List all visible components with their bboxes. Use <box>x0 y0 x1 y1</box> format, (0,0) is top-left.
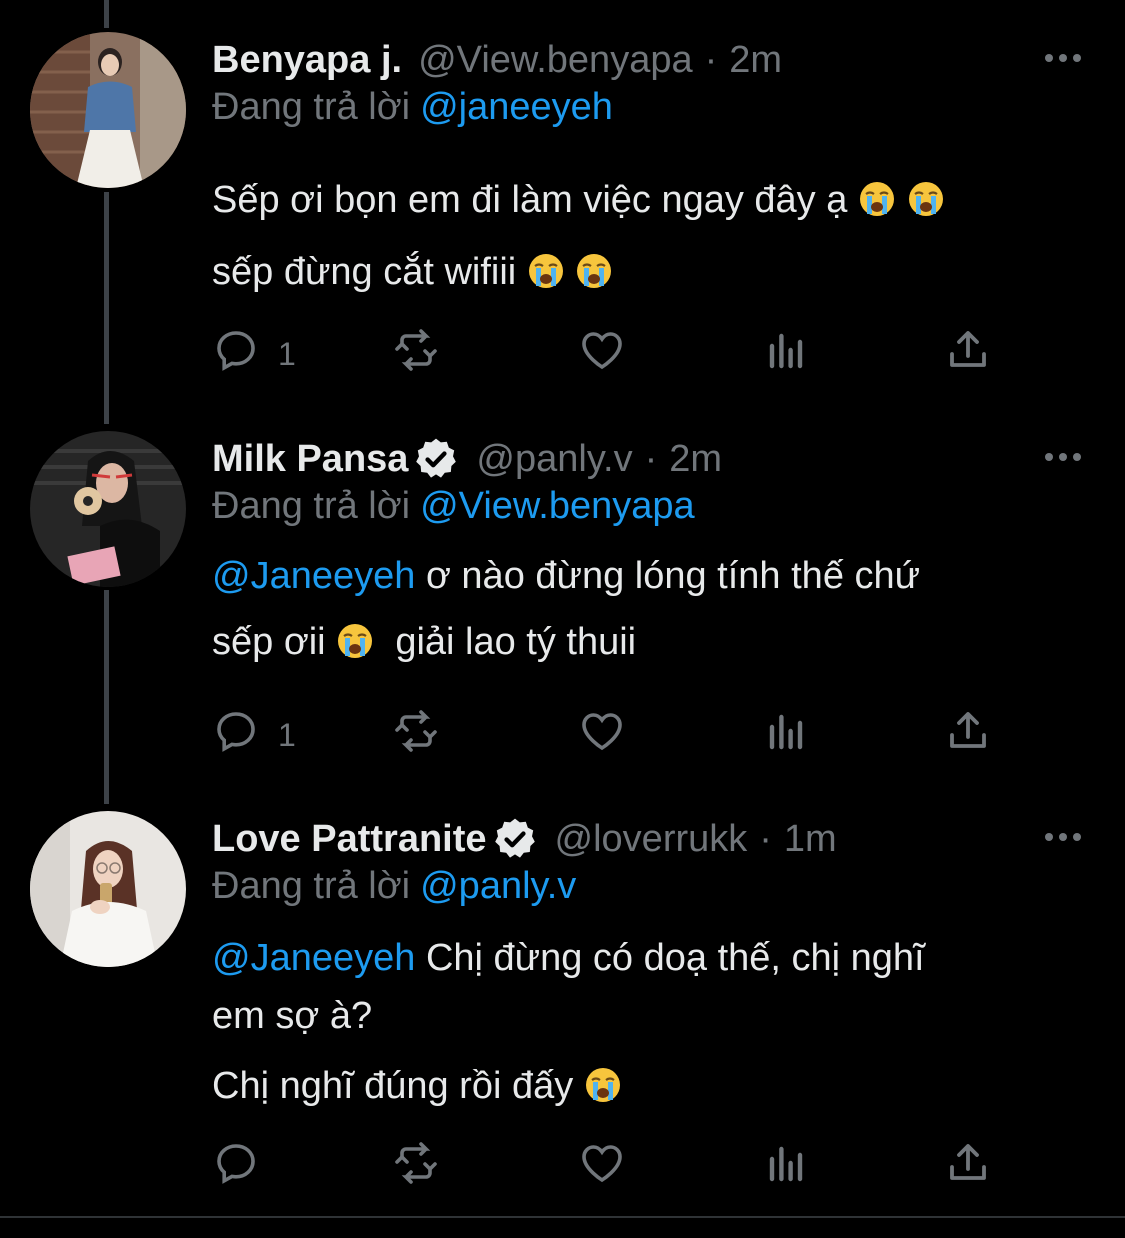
tweet-benyapa[interactable]: Benyapa j. @View.benyapa · 2m Đang trả l… <box>0 32 1125 392</box>
replying-to: Đang trả lời @View.benyapa <box>212 485 695 528</box>
more-options-icon[interactable] <box>1043 825 1083 849</box>
text-segment: sếp ơii <box>212 621 326 663</box>
tweet-text: @Janeeyeh Chị đừng có doạ thế, chị nghĩ … <box>212 929 925 1115</box>
tweet-header: Love Pattranite @loverrukk · 1m <box>212 811 837 867</box>
user-handle[interactable]: @View.benyapa <box>418 39 693 82</box>
tweet-header: Benyapa j. @View.benyapa · 2m <box>212 32 782 88</box>
views-button[interactable] <box>762 1141 810 1193</box>
action-bar <box>212 1141 1032 1193</box>
display-name[interactable]: Milk Pansa <box>212 438 408 481</box>
replying-to: Đang trả lời @panly.v <box>212 865 576 908</box>
mention-link[interactable]: @Janeeyeh <box>212 937 415 979</box>
views-button[interactable] <box>762 709 810 761</box>
replying-to-mention[interactable]: @janeeyeh <box>420 86 613 128</box>
retweet-icon <box>392 326 440 382</box>
replying-to-label: Đang trả lời <box>212 86 411 128</box>
replying-to-label: Đang trả lời <box>212 865 411 907</box>
reply-count: 1 <box>278 335 296 372</box>
share-icon <box>944 326 992 382</box>
divider <box>0 1216 1125 1218</box>
display-name[interactable]: Benyapa j. <box>212 39 402 82</box>
crying-face-emoji-icon <box>858 170 896 216</box>
tweet-milk-pansa[interactable]: Milk Pansa @panly.v · 2m Đang trả lời @Vi… <box>0 431 1125 791</box>
like-button[interactable] <box>578 1141 626 1193</box>
heart-icon <box>578 707 626 763</box>
tweet-text: @Janeeyeh ơ nào đừng lóng tính thế chứ s… <box>212 543 920 675</box>
replying-to-mention[interactable]: @View.benyapa <box>420 485 695 527</box>
reply-button[interactable]: 1 <box>212 328 296 380</box>
reply-icon <box>212 1139 260 1195</box>
timestamp[interactable]: 2m <box>729 39 782 82</box>
tweet-text-line: @Janeeyeh ơ nào đừng lóng tính thế chứ <box>212 543 920 609</box>
reply-count: 1 <box>278 716 296 753</box>
views-button[interactable] <box>762 328 810 380</box>
share-button[interactable] <box>944 1141 992 1193</box>
heart-icon <box>578 326 626 382</box>
retweet-icon <box>392 1139 440 1195</box>
heart-icon <box>578 1139 626 1195</box>
share-button[interactable] <box>944 709 992 761</box>
action-bar: 1 <box>212 328 1032 380</box>
text-segment: giải lao tý thuii <box>374 621 637 663</box>
like-button[interactable] <box>578 709 626 761</box>
separator-dot: · <box>759 817 772 860</box>
tweet-text-line: Chị nghĩ đúng rồi đấy <box>212 1057 925 1115</box>
text-segment: Sếp ơi bọn em đi làm việc ngay đây ạ <box>212 179 848 221</box>
retweet-button[interactable] <box>392 1141 440 1193</box>
crying-face-emoji-icon <box>584 1063 622 1102</box>
avatar[interactable] <box>30 32 186 188</box>
avatar[interactable] <box>30 431 186 587</box>
text-segment: Chị nghĩ đúng rồi đấy <box>212 1065 574 1107</box>
thread-line-top <box>104 0 109 28</box>
like-button[interactable] <box>578 328 626 380</box>
reply-button[interactable]: 1 <box>212 709 296 761</box>
retweet-button[interactable] <box>392 709 440 761</box>
reply-icon <box>212 707 260 763</box>
timestamp[interactable]: 2m <box>669 438 722 481</box>
replying-to-mention[interactable]: @panly.v <box>420 865 576 907</box>
replying-to: Đang trả lời @janeeyeh <box>212 86 613 129</box>
avatar[interactable] <box>30 811 186 967</box>
mention-link[interactable]: @Janeeyeh <box>212 555 415 597</box>
separator-dot: · <box>704 38 718 81</box>
text-segment: ơ nào đừng lóng tính thế chứ <box>415 555 921 597</box>
retweet-button[interactable] <box>392 328 440 380</box>
user-handle[interactable]: @loverrukk <box>555 818 748 861</box>
share-button[interactable] <box>944 328 992 380</box>
tweet-text-line: sếp đừng cắt wifiii <box>212 236 945 308</box>
action-bar: 1 <box>212 709 1032 761</box>
tweet-text-line: em sợ à? <box>212 987 925 1045</box>
bar-chart-icon <box>762 707 810 763</box>
separator-dot: · <box>644 437 658 480</box>
reply-icon <box>212 326 260 382</box>
reply-button[interactable] <box>212 1141 278 1193</box>
more-options-icon[interactable] <box>1043 46 1083 70</box>
share-icon <box>944 1139 992 1195</box>
more-options-icon[interactable] <box>1043 445 1083 469</box>
tweet-love-pattranite[interactable]: Love Pattranite @loverrukk · 1m Đang trả… <box>0 811 1125 1211</box>
tweet-text-line: Sếp ơi bọn em đi làm việc ngay đây ạ <box>212 164 945 236</box>
crying-face-emoji-icon <box>527 242 565 288</box>
tweet-text: Sếp ơi bọn em đi làm việc ngay đây ạ sếp… <box>212 164 945 308</box>
crying-face-emoji-icon <box>907 170 945 216</box>
text-segment: em sợ à? <box>212 995 373 1037</box>
timestamp[interactable]: 1m <box>784 818 837 861</box>
crying-face-emoji-icon <box>336 615 374 658</box>
tweet-text-line: @Janeeyeh Chị đừng có doạ thế, chị nghĩ <box>212 929 925 987</box>
retweet-icon <box>392 707 440 763</box>
replying-to-label: Đang trả lời <box>212 485 411 527</box>
text-segment: sếp đừng cắt wifiii <box>212 251 517 293</box>
crying-face-emoji-icon <box>575 242 613 288</box>
tweet-text-line: sếp ơii giải lao tý thuii <box>212 609 920 675</box>
text-segment: Chị đừng có doạ thế, chị nghĩ <box>415 937 925 979</box>
bar-chart-icon <box>762 1139 810 1195</box>
bar-chart-icon <box>762 326 810 382</box>
tweet-header: Milk Pansa @panly.v · 2m <box>212 431 722 487</box>
user-handle[interactable]: @panly.v <box>476 438 632 481</box>
display-name[interactable]: Love Pattranite <box>212 818 487 861</box>
verified-badge-icon <box>412 435 460 483</box>
share-icon <box>944 707 992 763</box>
verified-badge-icon <box>491 815 539 863</box>
